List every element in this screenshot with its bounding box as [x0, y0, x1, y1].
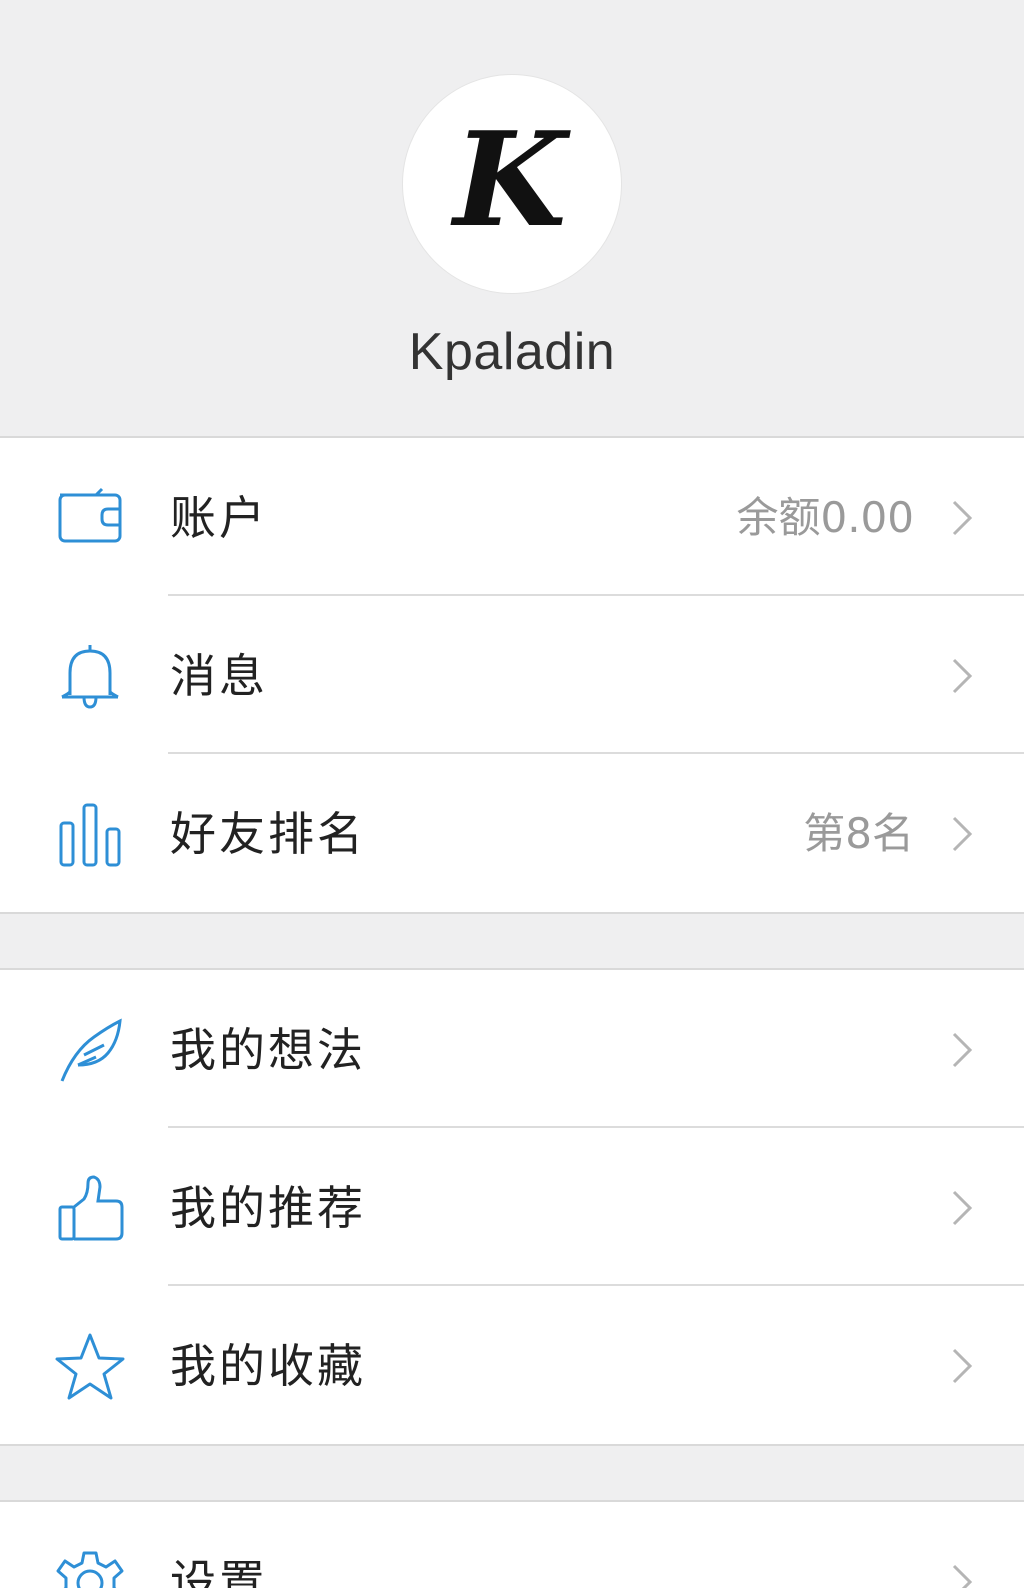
menu-item-my-favorites[interactable]: 我的收藏 [0, 1286, 1024, 1444]
chevron-right-icon [952, 1190, 973, 1226]
menu-item-friend-ranking[interactable]: 好友排名 第8名 [0, 754, 1024, 912]
star-icon [55, 1333, 125, 1400]
menu-item-label: 我的推荐 [170, 1181, 366, 1235]
menu-group-content: 我的想法 我的推荐 我的收藏 [0, 968, 1024, 1446]
chevron-right-icon [952, 816, 973, 852]
thumbs-up-icon [58, 1175, 124, 1241]
username: Kpaladin [408, 323, 616, 381]
chevron-right-icon [952, 658, 973, 694]
profile-page: K Kpaladin 账户 余额0.00 消息 好友排名 第8名 我的想法 我的… [0, 0, 1024, 1588]
menu-item-messages[interactable]: 消息 [0, 596, 1024, 754]
chevron-right-icon [952, 1348, 973, 1384]
account-balance: 余额0.00 [736, 493, 914, 542]
menu-item-label: 设置 [170, 1555, 268, 1588]
menu-item-my-thoughts[interactable]: 我的想法 [0, 970, 1024, 1128]
chevron-right-icon [952, 1032, 973, 1068]
bar-chart-icon [59, 803, 121, 867]
menu-group-settings: 设置 [0, 1500, 1024, 1588]
menu-item-settings[interactable]: 设置 [0, 1502, 1024, 1588]
ranking-value: 第8名 [803, 809, 914, 858]
menu-item-my-recommendations[interactable]: 我的推荐 [0, 1128, 1024, 1286]
bell-icon [61, 645, 119, 709]
avatar[interactable]: K [402, 74, 622, 294]
profile-header: K Kpaladin [0, 0, 1024, 440]
menu-item-label: 好友排名 [170, 807, 366, 861]
avatar-letter: K [453, 103, 567, 256]
feather-icon [60, 1018, 122, 1082]
chevron-right-icon [952, 1564, 973, 1588]
menu-item-label: 我的想法 [170, 1023, 366, 1077]
menu-item-account[interactable]: 账户 余额0.00 [0, 438, 1024, 596]
menu-item-label: 账户 [170, 491, 268, 545]
menu-group-account: 账户 余额0.00 消息 好友排名 第8名 [0, 436, 1024, 914]
chevron-right-icon [952, 500, 973, 536]
menu-item-label: 消息 [170, 649, 268, 703]
menu-item-label: 我的收藏 [170, 1339, 366, 1393]
gear-icon [56, 1551, 124, 1588]
wallet-icon [58, 487, 122, 543]
